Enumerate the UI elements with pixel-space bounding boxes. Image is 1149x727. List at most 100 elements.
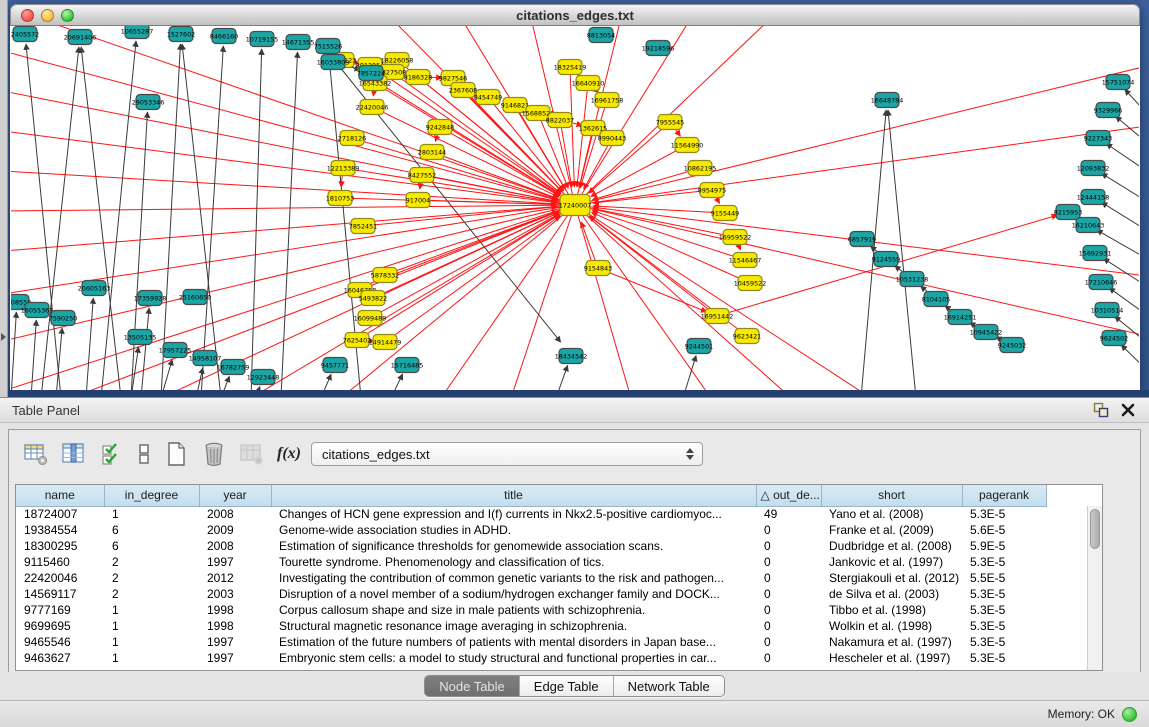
network-edge[interactable] xyxy=(221,376,229,390)
minimize-window-button[interactable] xyxy=(41,9,54,22)
table-cell[interactable]: 6 xyxy=(104,538,199,554)
table-cell[interactable]: 5.3E-5 xyxy=(962,602,1046,618)
network-edge[interactable] xyxy=(370,214,559,318)
network-node[interactable]: 1810753 xyxy=(326,191,354,206)
table-scrollbar[interactable] xyxy=(1087,506,1102,671)
table-cell[interactable]: 1 xyxy=(104,650,199,666)
table-row[interactable]: 1938455462009Genome-wide association stu… xyxy=(16,522,1046,538)
network-edge[interactable] xyxy=(11,205,575,390)
table-row[interactable]: 1830029562008Estimation of significance … xyxy=(16,538,1046,554)
network-edge[interactable] xyxy=(861,110,886,390)
table-row[interactable]: 1872400712008Changes of HCN gene express… xyxy=(16,506,1046,522)
network-node[interactable]: 16648784 xyxy=(871,93,904,108)
table-cell[interactable]: 0 xyxy=(756,602,821,618)
network-node[interactable]: 2803144 xyxy=(418,145,446,160)
network-edge[interactable] xyxy=(575,205,711,390)
network-edge[interactable] xyxy=(41,47,79,390)
tab-node-table[interactable]: Node Table xyxy=(425,676,519,696)
network-node[interactable]: 8990443 xyxy=(598,131,626,146)
close-panel-icon[interactable] xyxy=(1121,403,1135,417)
network-node[interactable]: 16210643 xyxy=(1072,218,1105,233)
network-node[interactable]: 1527602 xyxy=(167,27,195,42)
close-window-button[interactable] xyxy=(21,9,34,22)
network-node[interactable]: 12923448 xyxy=(247,370,280,385)
network-window-titlebar[interactable]: citations_edges.txt xyxy=(10,4,1140,26)
network-node[interactable]: 16640910 xyxy=(572,76,605,91)
table-row[interactable]: 2242004622012Investigating the contribut… xyxy=(16,570,1046,586)
table-cell[interactable]: 5.3E-5 xyxy=(962,650,1046,666)
column-header-pagerank[interactable]: pagerank xyxy=(962,485,1046,506)
network-node[interactable]: 9154843 xyxy=(584,261,612,276)
network-node[interactable]: 7955545 xyxy=(656,115,684,130)
network-edge[interactable] xyxy=(575,205,791,390)
network-node[interactable]: 9124559 xyxy=(872,252,900,267)
network-node[interactable]: 29053346 xyxy=(132,95,165,110)
network-node[interactable]: 17359928 xyxy=(134,291,167,306)
table-cell[interactable]: 5.3E-5 xyxy=(962,506,1046,522)
network-node[interactable]: 9329966 xyxy=(1094,103,1122,118)
network-node[interactable]: 18434542 xyxy=(555,349,588,364)
network-node[interactable]: 15692931 xyxy=(1079,246,1112,261)
table-cell[interactable]: 5.3E-5 xyxy=(962,618,1046,634)
table-cell[interactable]: 9465546 xyxy=(16,634,104,650)
network-edge[interactable] xyxy=(141,308,149,390)
table-cell[interactable]: 0 xyxy=(756,650,821,666)
table-cell[interactable]: Hescheler et al. (1997) xyxy=(821,650,962,666)
table-cell[interactable]: 5.3E-5 xyxy=(962,554,1046,570)
network-edge[interactable] xyxy=(343,168,557,202)
network-edge[interactable] xyxy=(1121,345,1139,374)
network-node[interactable]: 19218596 xyxy=(642,41,675,56)
deselect-icon[interactable] xyxy=(135,439,153,469)
table-cell[interactable]: 1 xyxy=(104,634,199,650)
network-edge[interactable] xyxy=(1101,202,1139,233)
tab-network-table[interactable]: Network Table xyxy=(613,676,724,696)
network-node[interactable]: 8427552 xyxy=(408,168,436,183)
network-node[interactable]: 10719155 xyxy=(246,32,279,47)
network-node[interactable]: 8104105 xyxy=(922,292,950,307)
new-document-icon[interactable] xyxy=(161,439,191,469)
table-cell[interactable]: 2 xyxy=(104,570,199,586)
network-node[interactable]: 16959522 xyxy=(719,230,752,245)
network-node[interactable]: 16914251 xyxy=(944,310,977,325)
table-cell[interactable]: Disruption of a novel member of a sodium… xyxy=(271,586,756,602)
table-row[interactable]: 969969511998Structural magnetic resonanc… xyxy=(16,618,1046,634)
table-cell[interactable]: 2003 xyxy=(199,586,271,602)
network-node[interactable]: 5493822 xyxy=(359,291,387,306)
network-edge[interactable] xyxy=(11,312,16,390)
network-edge[interactable] xyxy=(575,66,1139,205)
network-node[interactable]: 12093832 xyxy=(1077,161,1110,176)
table-cell[interactable]: 5.9E-5 xyxy=(962,538,1046,554)
table-cell[interactable]: Tibbo et al. (1998) xyxy=(821,602,962,618)
network-edge[interactable] xyxy=(131,112,147,390)
table-cell[interactable]: Stergiakouli et al. (2012) xyxy=(821,570,962,586)
network-node[interactable]: 16961758 xyxy=(591,93,624,108)
table-cell[interactable]: 18300295 xyxy=(16,538,104,554)
table-cell[interactable]: 0 xyxy=(756,634,821,650)
network-edge[interactable] xyxy=(31,320,36,390)
table-cell[interactable]: 5.3E-5 xyxy=(962,634,1046,650)
table-cell[interactable]: Jankovic et al. (1997) xyxy=(821,554,962,570)
network-edge[interactable] xyxy=(26,44,61,390)
network-node[interactable]: 9227343 xyxy=(1084,131,1112,146)
network-node[interactable]: 2718126 xyxy=(338,131,366,146)
table-cell[interactable]: 9463627 xyxy=(16,650,104,666)
network-edge[interactable] xyxy=(11,51,575,205)
table-cell[interactable]: 1997 xyxy=(199,554,271,570)
network-node[interactable]: 13505135 xyxy=(124,330,157,345)
table-cell[interactable]: 0 xyxy=(756,618,821,634)
table-cell[interactable]: 9115460 xyxy=(16,554,104,570)
network-edge[interactable] xyxy=(556,365,568,390)
table-cell[interactable]: 6 xyxy=(104,522,199,538)
network-node[interactable]: 10655287 xyxy=(121,26,154,39)
network-edge[interactable] xyxy=(11,205,575,341)
column-settings-icon[interactable] xyxy=(59,439,89,469)
network-edge[interactable] xyxy=(373,213,559,298)
table-cell[interactable]: 2 xyxy=(104,586,199,602)
side-panel-collapsed-strip[interactable] xyxy=(0,0,8,397)
network-node[interactable]: 5878332 xyxy=(371,268,399,283)
table-cell[interactable]: 0 xyxy=(756,538,821,554)
table-cell[interactable]: Genome-wide association studies in ADHD. xyxy=(271,522,756,538)
column-header-year[interactable]: year xyxy=(199,485,271,506)
network-node[interactable]: 16033809 xyxy=(317,55,350,70)
network-node[interactable]: 7852451 xyxy=(349,219,377,234)
